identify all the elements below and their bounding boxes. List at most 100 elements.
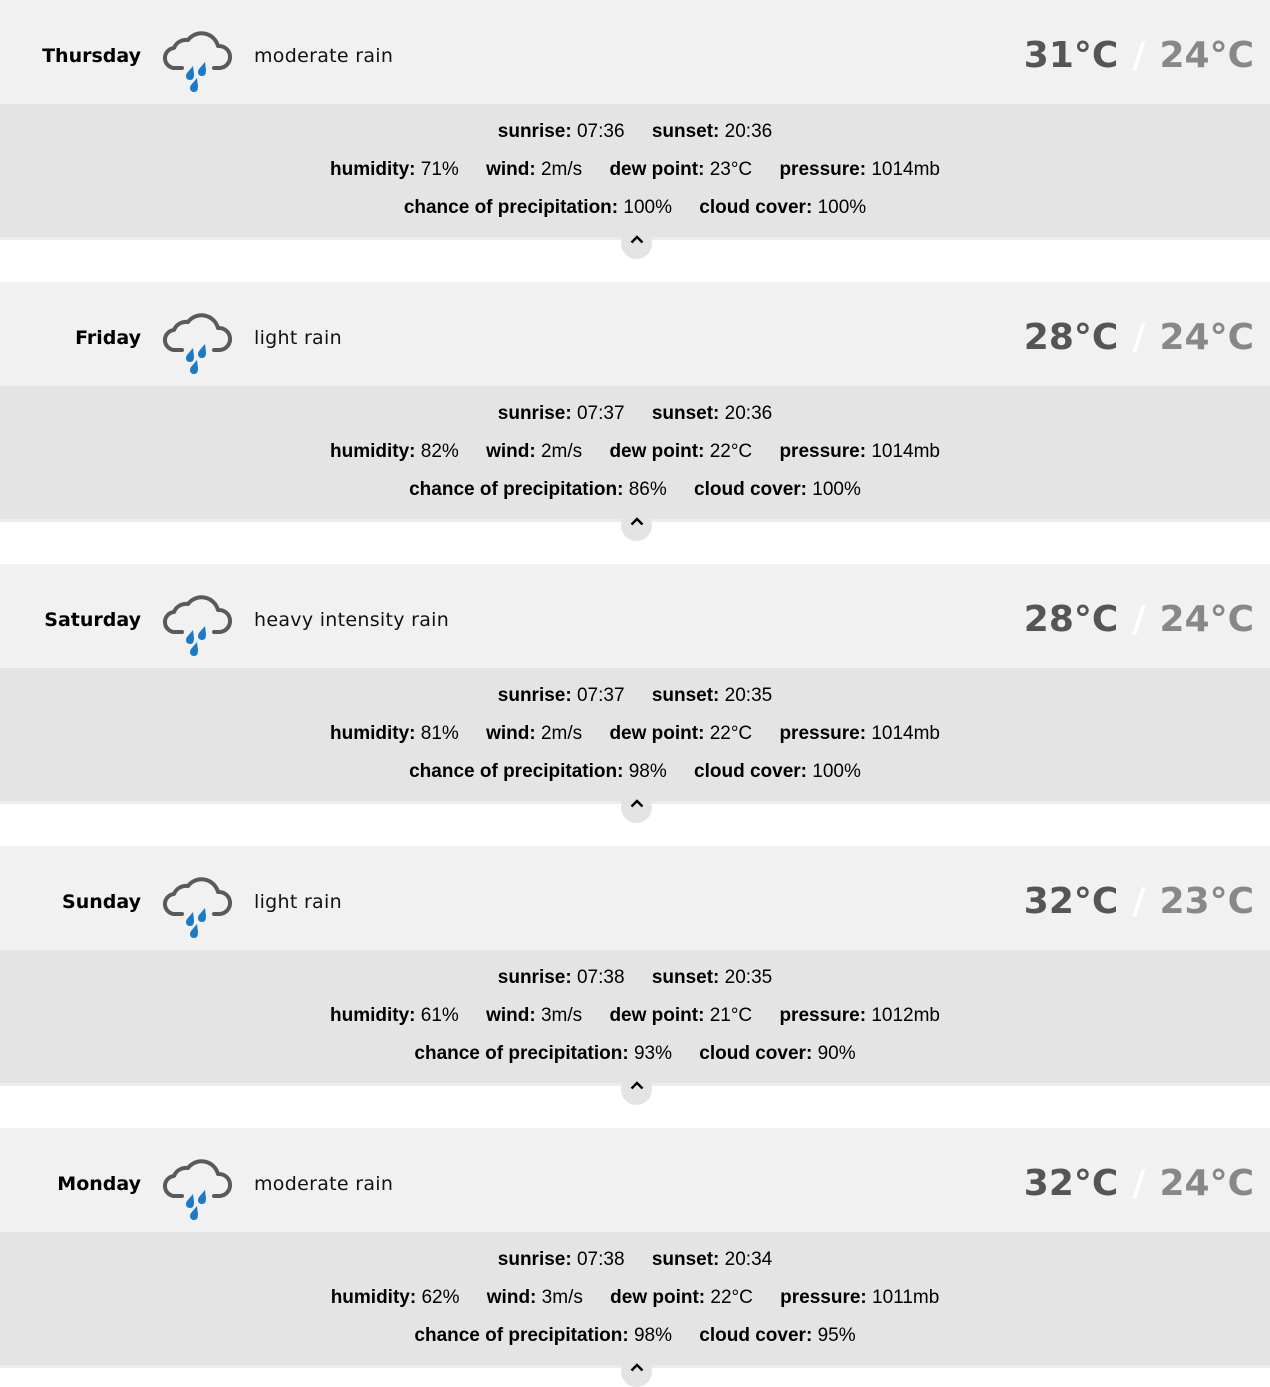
sun-times-row: sunrise: 07:37 sunset: 20:36 xyxy=(0,402,1270,440)
precipitation-value: 98% xyxy=(633,1325,673,1346)
sun-times-row: sunrise: 07:38 sunset: 20:34 xyxy=(0,1248,1270,1286)
wind: wind: 2m/s xyxy=(486,722,582,746)
forecast-list: Thursday moderate rain 31°C / 24°C sunrise… xyxy=(0,0,1270,1387)
conditions-row: humidity: 61% wind: 3m/s dew point: 21°C… xyxy=(0,1004,1270,1042)
cloud-cover-value: 100% xyxy=(812,479,861,500)
cloud-cover: cloud cover: 100% xyxy=(699,196,866,220)
precipitation-value: 98% xyxy=(628,761,667,782)
day-forecast: Monday moderate rain 32°C / 24°C sunrise: … xyxy=(0,1128,1270,1387)
day-header[interactable]: Monday moderate rain 32°C / 24°C xyxy=(0,1128,1270,1232)
dew-point-label: dew point: xyxy=(609,159,705,180)
sunset-label: sunset: xyxy=(651,685,720,706)
collapse-details-button[interactable] xyxy=(621,792,652,823)
cloud-cover: cloud cover: 100% xyxy=(694,478,861,502)
pressure: pressure: 1011mb xyxy=(780,1286,939,1310)
sunset: sunset: 20:35 xyxy=(652,684,772,708)
humidity: humidity: 81% xyxy=(330,722,459,746)
cloud-cover-value: 100% xyxy=(812,761,861,782)
humidity-label: humidity: xyxy=(329,159,416,180)
dew-point-value: 21°C xyxy=(709,1005,753,1026)
day-details: sunrise: 07:38 sunset: 20:35 humidity: 6… xyxy=(0,950,1270,1086)
sunset: sunset: 20:35 xyxy=(652,966,772,990)
humidity-value: 82% xyxy=(420,441,459,462)
rain-cloud-icon xyxy=(160,308,234,374)
wind-label: wind: xyxy=(486,1287,537,1308)
wind-label: wind: xyxy=(486,1005,536,1026)
day-forecast: Friday light rain 28°C / 24°C sunrise: 07:… xyxy=(0,282,1270,541)
sunrise-value: 07:38 xyxy=(576,1249,625,1270)
temperature-range: 28°C / 24°C xyxy=(1024,564,1254,668)
humidity-value: 62% xyxy=(421,1287,460,1308)
collapse-details-button[interactable] xyxy=(621,1074,652,1105)
day-header[interactable]: Friday light rain 28°C / 24°C xyxy=(0,282,1270,386)
collapse-details-button[interactable] xyxy=(621,510,652,541)
humidity-value: 61% xyxy=(420,1005,459,1026)
sunset-value: 20:34 xyxy=(724,1249,773,1270)
temp-low: 23°C xyxy=(1159,881,1254,922)
wind-label: wind: xyxy=(486,723,536,744)
sunrise-value: 07:36 xyxy=(576,121,625,142)
weather-description: moderate rain xyxy=(254,45,394,67)
sunrise: sunrise: 07:37 xyxy=(498,684,625,708)
precipitation-value: 93% xyxy=(633,1043,673,1064)
cloud-cover: cloud cover: 100% xyxy=(694,760,861,784)
sunrise-label: sunrise: xyxy=(497,685,572,706)
temp-separator: / xyxy=(1132,35,1146,76)
wind-value: 2m/s xyxy=(540,723,583,744)
sunrise: sunrise: 07:36 xyxy=(498,120,625,144)
sunset-value: 20:36 xyxy=(724,121,773,142)
sunset: sunset: 20:36 xyxy=(652,402,772,426)
sunset-label: sunset: xyxy=(651,967,720,988)
humidity: humidity: 82% xyxy=(330,440,459,464)
pressure: pressure: 1012mb xyxy=(779,1004,940,1028)
sunrise: sunrise: 07:38 xyxy=(498,966,625,990)
day-details: sunrise: 07:37 sunset: 20:36 humidity: 8… xyxy=(0,386,1270,522)
dew-point-label: dew point: xyxy=(610,1287,706,1308)
pressure-label: pressure: xyxy=(779,159,867,180)
day-name: Sunday xyxy=(62,891,141,913)
sun-times-row: sunrise: 07:36 sunset: 20:36 xyxy=(0,120,1270,158)
humidity-label: humidity: xyxy=(329,723,416,744)
day-header[interactable]: Thursday moderate rain 31°C / 24°C xyxy=(0,0,1270,104)
temp-high: 32°C xyxy=(1023,881,1119,922)
precipitation: chance of precipitation: 93% xyxy=(414,1042,672,1066)
dew-point: dew point: 23°C xyxy=(609,158,752,182)
collapse-details-button[interactable] xyxy=(621,1356,652,1387)
precipitation-label: chance of precipitation: xyxy=(409,479,624,500)
day-header[interactable]: Sunday light rain 32°C / 23°C xyxy=(0,846,1270,950)
precipitation-label: chance of precipitation: xyxy=(414,1325,629,1346)
sunset-label: sunset: xyxy=(651,403,720,424)
precipitation-value: 100% xyxy=(623,197,673,218)
temp-separator: / xyxy=(1132,317,1146,358)
temp-low: 24°C xyxy=(1159,1163,1254,1204)
sunrise-label: sunrise: xyxy=(497,403,572,424)
pressure: pressure: 1014mb xyxy=(779,440,940,464)
dew-point-value: 22°C xyxy=(710,1287,753,1308)
collapse-details-button[interactable] xyxy=(621,228,652,259)
rain-cloud-icon xyxy=(160,1154,234,1220)
wind: wind: 2m/s xyxy=(486,158,582,182)
chevron-up-icon xyxy=(630,799,643,808)
cloud-cover-label: cloud cover: xyxy=(699,1325,813,1346)
conditions-row: humidity: 81% wind: 2m/s dew point: 22°C… xyxy=(0,722,1270,760)
wind-value: 2m/s xyxy=(540,441,583,462)
pressure-label: pressure: xyxy=(779,1005,867,1026)
temp-separator: / xyxy=(1132,599,1146,640)
chevron-up-icon xyxy=(630,1363,643,1372)
day-header[interactable]: Saturday heavy intensity rain 28°C / 24°C xyxy=(0,564,1270,668)
day-name: Friday xyxy=(75,327,141,349)
cloud-cover-value: 95% xyxy=(817,1325,856,1346)
dew-point-value: 23°C xyxy=(709,159,753,180)
temperature-range: 32°C / 23°C xyxy=(1024,846,1254,950)
pressure-label: pressure: xyxy=(780,1287,867,1308)
sunrise-value: 07:37 xyxy=(576,403,625,424)
temperature-range: 32°C / 24°C xyxy=(1024,1128,1254,1232)
day-forecast: Thursday moderate rain 31°C / 24°C sunrise… xyxy=(0,0,1270,259)
dew-point-value: 22°C xyxy=(709,723,753,744)
sunrise-value: 07:38 xyxy=(576,967,625,988)
rain-cloud-icon xyxy=(160,590,234,656)
dew-point-label: dew point: xyxy=(609,441,705,462)
sunrise-value: 07:37 xyxy=(576,685,625,706)
wind: wind: 2m/s xyxy=(486,440,582,464)
pressure-value: 1014mb xyxy=(871,159,940,180)
